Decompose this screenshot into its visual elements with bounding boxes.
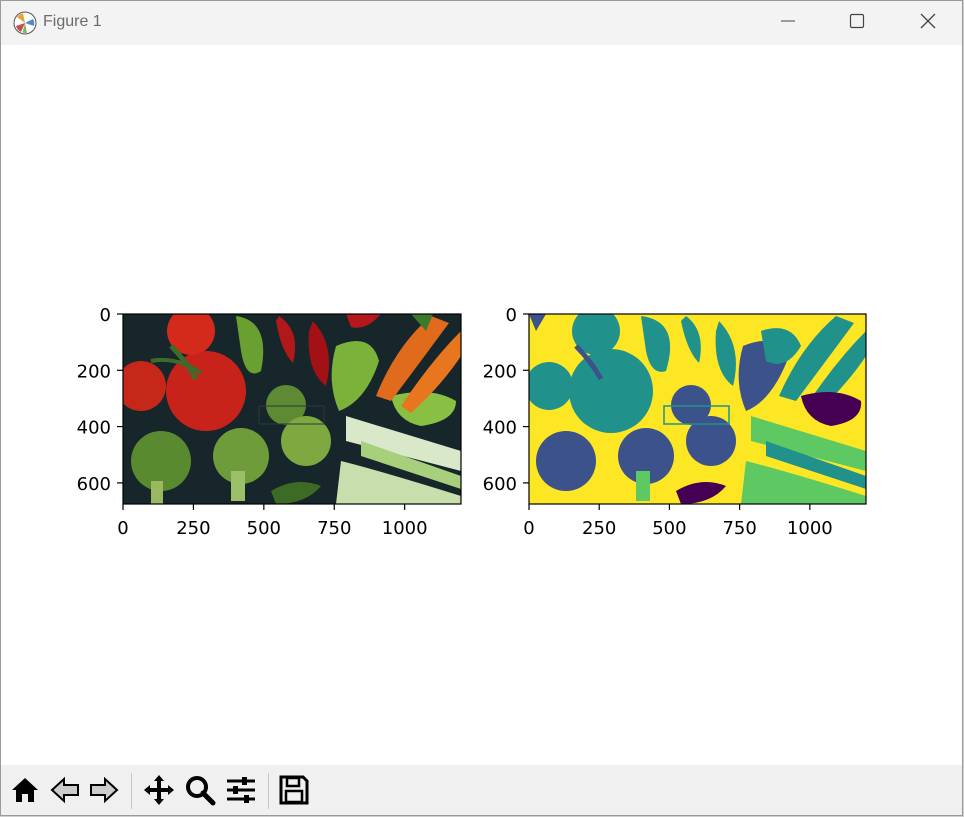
- segmented-image: [529, 314, 866, 504]
- navigation-toolbar: [1, 765, 962, 815]
- x-tick-label: 1000: [382, 518, 428, 539]
- right-axes[interactable]: 0 250 500 750 1000 0 200 400 600: [483, 305, 867, 539]
- title-bar[interactable]: Figure 1: [1, 1, 962, 45]
- y-tick-label: 400: [77, 418, 111, 439]
- x-tick-label: 250: [582, 518, 616, 539]
- x-tick-label: 0: [523, 518, 534, 539]
- x-tick-label: 1000: [787, 518, 833, 539]
- window-title: Figure 1: [43, 13, 102, 30]
- y-tick-label: 600: [483, 474, 517, 495]
- x-tick-label: 750: [317, 518, 351, 539]
- zoom-button[interactable]: [183, 775, 217, 809]
- back-button[interactable]: [48, 775, 82, 809]
- configure-subplots-button[interactable]: [224, 775, 258, 809]
- minimize-icon: [780, 13, 796, 33]
- home-icon: [10, 775, 40, 809]
- figure-window: Figure 1 0 250 500 750 1000 0 200 400 60…: [0, 0, 963, 816]
- toolbar-separator: [131, 773, 132, 809]
- save-button[interactable]: [277, 775, 311, 809]
- pan-icon: [143, 774, 175, 810]
- left-axes[interactable]: 0 250 500 750 1000 0 200 400 600: [77, 305, 462, 539]
- toolbar-separator: [268, 773, 269, 809]
- y-tick-label: 200: [77, 361, 111, 382]
- save-icon: [278, 774, 310, 810]
- close-icon: [920, 13, 936, 33]
- y-tick-label: 600: [77, 474, 111, 495]
- zoom-icon: [184, 774, 216, 810]
- minimize-button[interactable]: [753, 1, 823, 45]
- home-button[interactable]: [8, 775, 42, 809]
- maximize-icon: [849, 13, 865, 33]
- y-tick-label: 400: [483, 418, 517, 439]
- y-tick-label: 0: [506, 305, 517, 326]
- vegetables-photo: [123, 314, 461, 504]
- figure-canvas[interactable]: 0 250 500 750 1000 0 200 400 600 0 250 5…: [1, 45, 962, 765]
- x-tick-label: 500: [652, 518, 686, 539]
- back-icon: [50, 775, 80, 809]
- forward-icon: [89, 775, 119, 809]
- x-tick-label: 500: [247, 518, 281, 539]
- x-tick-label: 0: [117, 518, 128, 539]
- maximize-button[interactable]: [822, 1, 892, 45]
- x-tick-label: 750: [722, 518, 756, 539]
- pan-button[interactable]: [142, 775, 176, 809]
- close-button[interactable]: [893, 1, 962, 45]
- matplotlib-icon: [13, 11, 37, 35]
- y-tick-label: 0: [100, 305, 111, 326]
- forward-button[interactable]: [87, 775, 121, 809]
- x-tick-label: 250: [176, 518, 210, 539]
- y-tick-label: 200: [483, 361, 517, 382]
- subplots-icon: [225, 774, 257, 810]
